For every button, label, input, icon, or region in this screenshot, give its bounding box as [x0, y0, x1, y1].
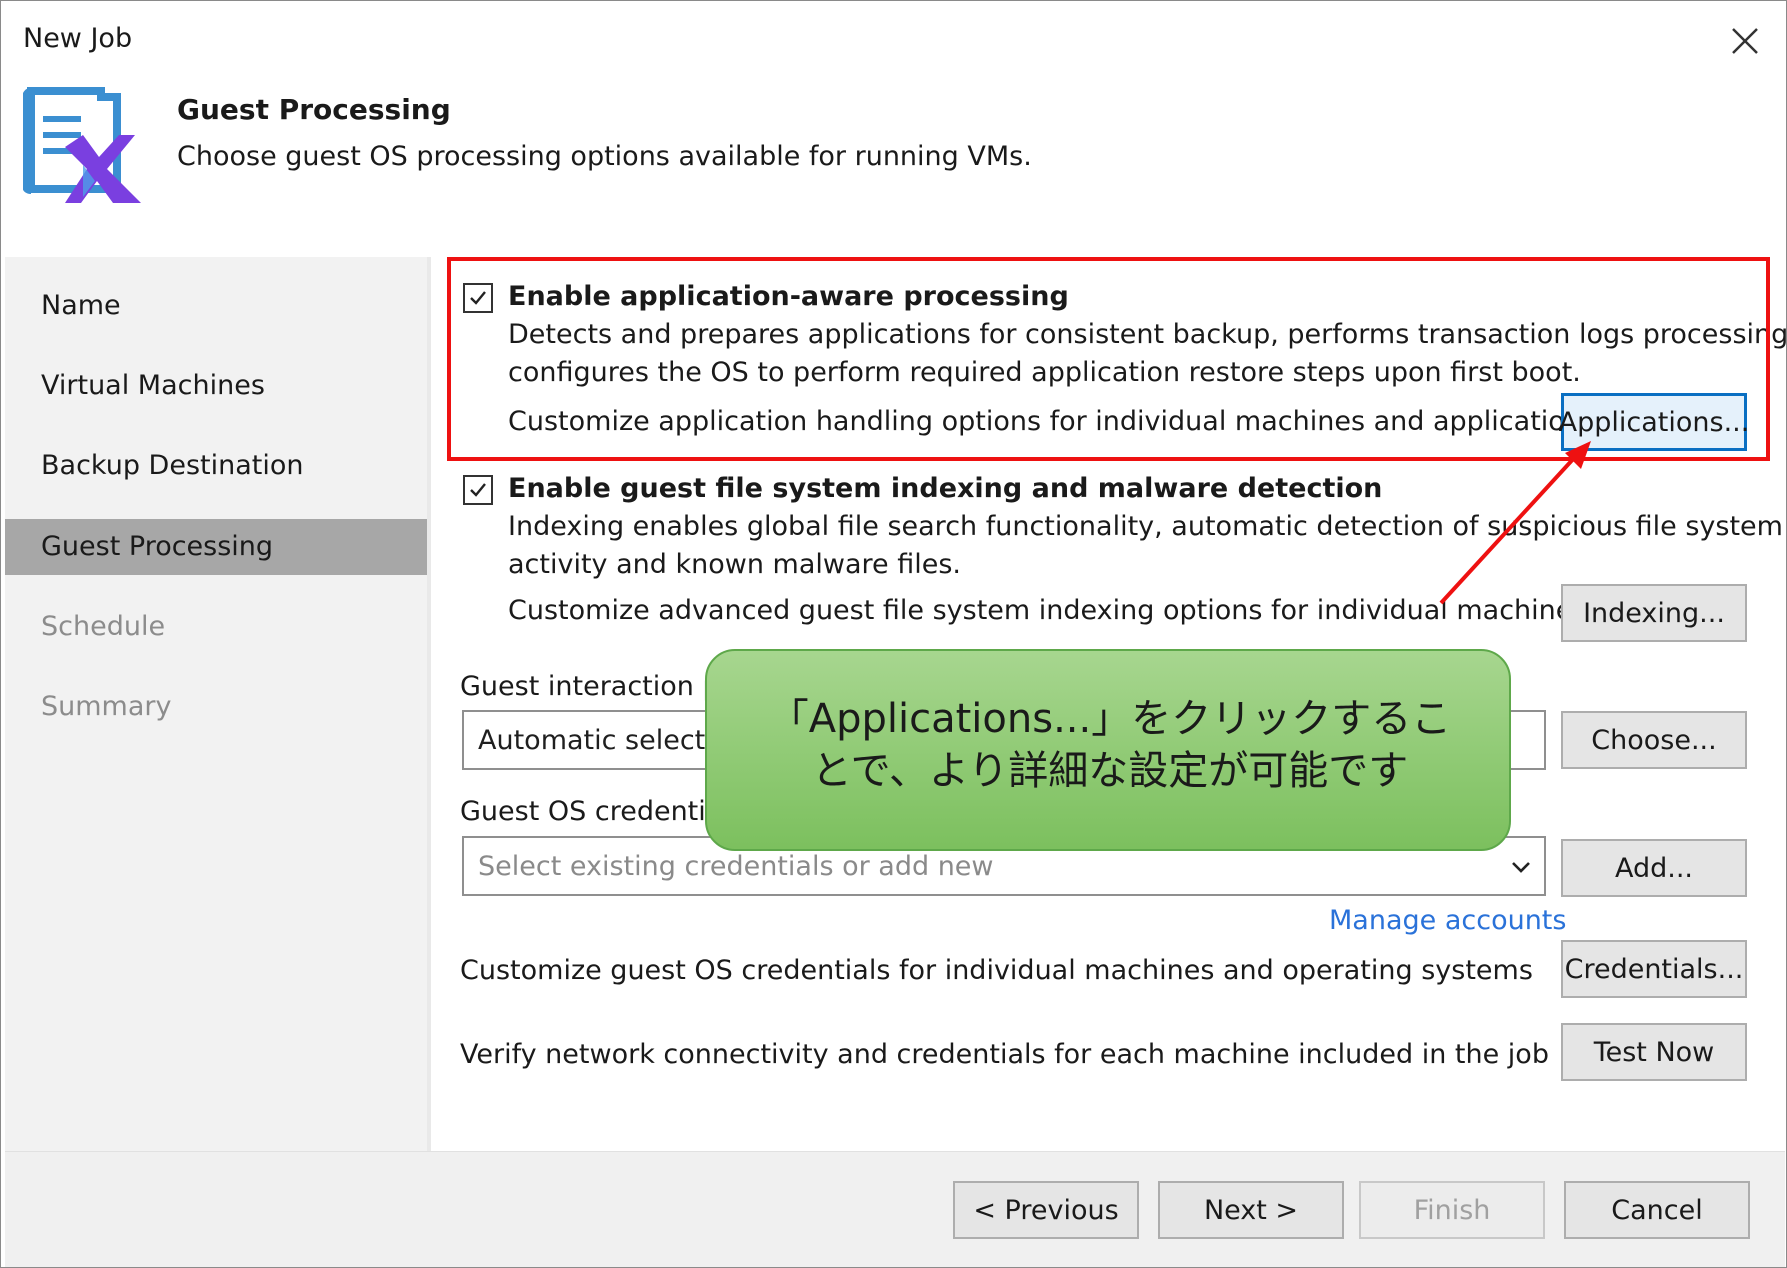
guest-os-credentials-label: Guest OS credential: [460, 796, 730, 827]
manage-accounts-link[interactable]: Manage accounts: [1329, 905, 1566, 936]
proxy-value: Automatic selectio: [478, 724, 730, 756]
wizard-steps-sidebar: Name Virtual Machines Backup Destination…: [5, 257, 427, 1151]
callout-line-1: 「Applications...」をクリックするこ: [768, 696, 1452, 742]
credentials-button[interactable]: Credentials...: [1561, 940, 1747, 998]
backup-job-logo-icon: [22, 85, 145, 209]
indexing-description-2: activity and known malware files.: [508, 549, 961, 580]
chevron-down-icon: [1512, 862, 1530, 873]
sidebar-item-virtual-machines[interactable]: Virtual Machines: [5, 358, 427, 414]
sidebar-item-backup-destination[interactable]: Backup Destination: [5, 438, 427, 494]
sidebar-item-schedule: Schedule: [41, 611, 166, 642]
indexing-label[interactable]: Enable guest file system indexing and ma…: [508, 473, 1382, 504]
add-credentials-button[interactable]: Add...: [1561, 839, 1747, 897]
finish-button: Finish: [1359, 1181, 1545, 1239]
window-title: New Job: [23, 23, 133, 54]
test-now-button[interactable]: Test Now: [1561, 1023, 1747, 1081]
credentials-customize-text: Customize guest OS credentials for indiv…: [460, 955, 1533, 986]
cancel-button[interactable]: Cancel: [1564, 1181, 1750, 1239]
previous-button[interactable]: < Previous: [953, 1181, 1139, 1239]
page-title: Guest Processing: [177, 93, 451, 126]
indexing-checkbox[interactable]: [463, 475, 493, 505]
indexing-description-1: Indexing enables global file search func…: [508, 511, 1783, 542]
sidebar-item-name[interactable]: Name: [5, 278, 427, 334]
next-button[interactable]: Next >: [1158, 1181, 1344, 1239]
panel-divider: [427, 257, 431, 1151]
indexing-customize-text: Customize advanced guest file system ind…: [508, 595, 1587, 626]
annotation-highlight-box: [447, 257, 1770, 461]
new-job-dialog: New Job Guest Processing Choose guest OS…: [0, 0, 1787, 1268]
sidebar-item-guest-processing[interactable]: Guest Processing: [5, 519, 427, 575]
callout-line-2: とで、より詳細な設定が可能です: [811, 748, 1409, 794]
guest-interaction-proxy-label: Guest interaction pr: [460, 671, 731, 702]
annotation-callout: 「Applications...」をクリックするこ とで、より詳細な設定が可能で…: [705, 649, 1511, 851]
page-subtitle: Choose guest OS processing options avail…: [177, 141, 1032, 172]
indexing-button[interactable]: Indexing...: [1561, 584, 1747, 642]
choose-proxy-button[interactable]: Choose...: [1561, 711, 1747, 769]
sidebar-item-summary: Summary: [41, 691, 172, 722]
credentials-placeholder: Select existing credentials or add new: [478, 850, 994, 882]
verify-text: Verify network connectivity and credenti…: [460, 1039, 1549, 1070]
annotation-callout-text: 「Applications...」をクリックするこ とで、より詳細な設定が可能で…: [707, 693, 1513, 797]
close-icon[interactable]: [1719, 15, 1771, 67]
